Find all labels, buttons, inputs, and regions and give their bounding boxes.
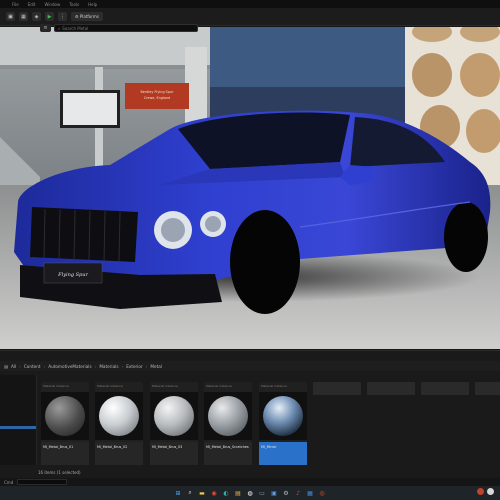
epic-icon[interactable] <box>487 488 494 495</box>
asset-type: Material Instance <box>43 384 69 388</box>
folder-tree-selected-item[interactable] <box>0 426 36 429</box>
store-icon[interactable]: ▦ <box>306 489 315 498</box>
unreal-icon[interactable]: ◍ <box>246 489 255 498</box>
chrome-icon[interactable]: ◉ <box>210 489 219 498</box>
menu-edit[interactable]: Edit <box>28 2 36 7</box>
edge-icon[interactable]: ◐ <box>222 489 231 498</box>
asset-tile-selected[interactable]: Material Instance MI_Mirror <box>259 382 307 465</box>
folder-icon[interactable]: ▤ <box>234 489 243 498</box>
cmd-label: Cmd <box>4 479 14 485</box>
material-sphere <box>154 396 194 436</box>
level-viewport[interactable]: Bentley Flying Spur Crewe, England Flyin… <box>0 27 500 349</box>
breadcrumb-exterior[interactable]: Exterior <box>126 364 143 369</box>
save-icon[interactable]: ▣ <box>6 12 15 21</box>
viewport-scene: Bentley Flying Spur Crewe, England Flyin… <box>0 27 500 349</box>
folder-tree[interactable] <box>0 375 37 465</box>
console-input[interactable] <box>17 479 68 485</box>
asset-name: MI_Mirror <box>261 445 277 449</box>
asset-search-input[interactable]: ⌕ Search Metal <box>54 24 198 32</box>
terminal-icon[interactable]: ▭ <box>258 489 267 498</box>
settings-icon[interactable]: ⚙ <box>282 489 291 498</box>
menu-bar: File Edit Window Tools Help <box>0 0 500 8</box>
sign-line-2: Crewe, England <box>144 96 171 100</box>
mail-icon[interactable] <box>477 488 484 495</box>
plate-text: Flying Spur <box>57 272 88 278</box>
cube-icon[interactable]: ◈ <box>32 12 41 21</box>
music-icon[interactable]: ♪ <box>294 489 303 498</box>
asset-tile-partial[interactable] <box>421 382 469 395</box>
breadcrumb-metal[interactable]: Metal <box>150 364 162 369</box>
material-sphere <box>99 396 139 436</box>
asset-tile[interactable]: Material Instance MI_Metal_Brus_02 <box>95 382 143 465</box>
menu-window[interactable]: Window <box>44 2 60 7</box>
asset-tile[interactable]: Material Instance MI_Metal_Brus_03 <box>150 382 198 465</box>
folder-icon: ▤ <box>4 363 8 369</box>
asset-type: Material Instance <box>97 384 123 388</box>
play-icon[interactable]: ▶ <box>45 12 54 21</box>
asset-name: MI_Metal_Brus_01 <box>43 445 74 449</box>
file-explorer-icon[interactable]: ▬ <box>198 489 207 498</box>
asset-type: Material Instance <box>152 384 178 388</box>
platforms-dropdown[interactable]: ⚙ Platforms <box>71 12 103 21</box>
grid-icon[interactable]: ▦ <box>19 12 28 21</box>
front-wheel <box>230 210 300 314</box>
breadcrumb-materials[interactable]: Materials <box>99 364 118 369</box>
breadcrumb: ▤ All › Content › AutomotiveMaterials › … <box>0 361 500 371</box>
search-icon: ⌕ <box>58 25 61 31</box>
windows-taskbar: ⊞ ⌕ ▬ ◉ ◐ ▤ ◍ ▭ ▣ ⚙ ♪ ▦ ◎ <box>0 486 500 500</box>
asset-tile-partial[interactable] <box>367 382 415 395</box>
asset-tile[interactable]: Material Instance MI_Metal_Brus_01 <box>41 382 89 465</box>
sign-line-1: Bentley Flying Spur <box>140 90 174 94</box>
rear-wheel <box>444 202 488 272</box>
capture-icon[interactable]: ◎ <box>318 489 327 498</box>
breadcrumb-content[interactable]: Content <box>24 364 41 369</box>
blue-window-wall <box>210 27 410 92</box>
breadcrumb-all[interactable]: All <box>11 364 16 369</box>
asset-count-status: 16 items (1 selected) <box>38 470 81 475</box>
material-sphere <box>263 396 303 436</box>
asset-search-placeholder: Search Metal <box>62 25 89 31</box>
asset-name: MI_Metal_Brus_02 <box>97 445 128 449</box>
menu-tools[interactable]: Tools <box>69 2 79 7</box>
asset-name: MI_Metal_Brus_Scratches <box>206 445 249 449</box>
asset-type: Material Instance <box>261 384 287 388</box>
platforms-label: Platforms <box>79 14 99 19</box>
photos-icon[interactable]: ▣ <box>270 489 279 498</box>
filter-icon[interactable]: ≡ <box>40 24 51 32</box>
more-icon[interactable]: ⋮ <box>58 12 67 21</box>
material-sphere <box>45 396 85 436</box>
search-icon[interactable]: ⌕ <box>186 489 195 498</box>
asset-name: MI_Metal_Brus_03 <box>152 445 183 449</box>
breadcrumb-automotivematerials[interactable]: AutomotiveMaterials <box>48 364 91 369</box>
console-bar: Cmd <box>0 478 500 486</box>
asset-type: Material Instance <box>206 384 232 388</box>
menu-help[interactable]: Help <box>88 2 97 7</box>
asset-tile-partial[interactable] <box>475 382 500 395</box>
asset-tile-partial[interactable] <box>313 382 361 395</box>
windows-start-icon[interactable]: ⊞ <box>174 489 183 498</box>
asset-tile[interactable]: Material Instance MI_Metal_Brus_Scratche… <box>204 382 252 465</box>
system-tray <box>477 488 494 495</box>
material-sphere <box>208 396 248 436</box>
menu-file[interactable]: File <box>12 2 19 7</box>
